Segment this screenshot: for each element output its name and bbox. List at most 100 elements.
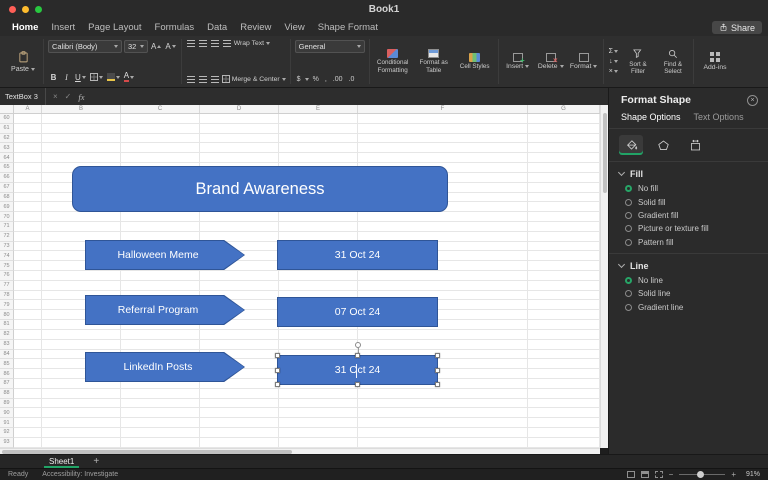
- vertical-scrollbar[interactable]: [600, 105, 608, 448]
- resize-handle-w[interactable]: [275, 368, 280, 373]
- close-panel-icon[interactable]: ×: [747, 95, 758, 106]
- shape-halloween-meme[interactable]: Halloween Meme: [85, 240, 245, 270]
- sort-filter-button[interactable]: Sort & Filter: [622, 48, 654, 75]
- resize-handle-se[interactable]: [435, 382, 440, 387]
- radio-option-solid-fill[interactable]: Solid fill: [609, 195, 768, 208]
- rotate-handle[interactable]: [355, 342, 361, 348]
- section-header-line[interactable]: Line: [609, 253, 768, 274]
- size-and-properties-icon[interactable]: [683, 135, 707, 155]
- menu-tab-review[interactable]: Review: [234, 21, 277, 34]
- shape-referral-program[interactable]: Referral Program: [85, 295, 245, 325]
- align-bottom-icon[interactable]: [211, 40, 219, 47]
- merge-center-button[interactable]: Merge & Center: [222, 75, 286, 83]
- cancel-icon[interactable]: ×: [53, 92, 58, 101]
- addins-button[interactable]: Add-ins: [698, 52, 732, 71]
- underline-button[interactable]: U: [74, 71, 87, 83]
- normal-view-icon[interactable]: [627, 471, 635, 478]
- radio-icon[interactable]: [625, 225, 632, 232]
- fill-color-button[interactable]: [106, 71, 121, 83]
- zoom-level[interactable]: 91%: [742, 471, 760, 478]
- bold-button[interactable]: B: [48, 71, 59, 83]
- shape-brand-awareness[interactable]: Brand Awareness: [72, 166, 448, 212]
- formula-input[interactable]: [85, 88, 608, 105]
- spreadsheet-grid[interactable]: ABCDEFG 60616263646566676869707172737475…: [0, 105, 600, 448]
- radio-icon[interactable]: [625, 185, 632, 192]
- menu-tab-view[interactable]: View: [278, 21, 310, 34]
- menu-tab-shape-format[interactable]: Shape Format: [312, 21, 384, 34]
- menu-tab-data[interactable]: Data: [201, 21, 233, 34]
- borders-button[interactable]: [89, 71, 104, 83]
- increase-decimal-button[interactable]: .00: [331, 76, 345, 83]
- shape-date-halloween[interactable]: 31 Oct 24: [277, 240, 438, 270]
- resize-handle-nw[interactable]: [275, 353, 280, 358]
- resize-handle-s[interactable]: [355, 382, 360, 387]
- effects-icon[interactable]: [651, 135, 675, 155]
- resize-handle-e[interactable]: [435, 368, 440, 373]
- shrink-font-button[interactable]: A: [164, 41, 176, 53]
- panel-tab-text-options[interactable]: Text Options: [694, 112, 744, 122]
- align-left-icon[interactable]: [187, 76, 195, 83]
- italic-button[interactable]: I: [61, 71, 72, 83]
- menu-tab-insert[interactable]: Insert: [45, 21, 81, 34]
- add-sheet-button[interactable]: +: [93, 457, 99, 467]
- radio-icon[interactable]: [625, 239, 632, 246]
- radio-icon[interactable]: [625, 212, 632, 219]
- format-cells-button[interactable]: Format: [569, 53, 599, 70]
- radio-icon[interactable]: [625, 290, 632, 297]
- page-break-view-icon[interactable]: [655, 471, 663, 478]
- align-right-icon[interactable]: [211, 76, 219, 83]
- resize-handle-n[interactable]: [355, 353, 360, 358]
- align-middle-icon[interactable]: [199, 40, 207, 47]
- delete-cells-button[interactable]: Delete: [536, 53, 566, 70]
- shape-linkedin-posts[interactable]: LinkedIn Posts: [85, 352, 245, 382]
- radio-icon[interactable]: [625, 277, 632, 284]
- comma-format-button[interactable]: ,: [323, 76, 329, 83]
- radio-option-pattern-fill[interactable]: Pattern fill: [609, 236, 768, 249]
- sheet-tab-sheet1[interactable]: Sheet1: [40, 455, 83, 468]
- zoom-slider[interactable]: [679, 474, 725, 475]
- radio-option-gradient-fill[interactable]: Gradient fill: [609, 209, 768, 222]
- grow-font-button[interactable]: A: [150, 41, 162, 53]
- horizontal-scrollbar-thumb[interactable]: [2, 450, 292, 454]
- format-as-table-button[interactable]: Format as Table: [415, 49, 453, 73]
- autosum-button[interactable]: Σ: [608, 47, 619, 57]
- font-size-select[interactable]: 32: [124, 40, 148, 53]
- number-format-select[interactable]: General: [295, 40, 365, 53]
- resize-handle-ne[interactable]: [435, 353, 440, 358]
- wrap-text-button[interactable]: Wrap Text: [222, 40, 270, 47]
- accounting-format-button[interactable]: $: [295, 76, 303, 83]
- enter-icon[interactable]: ✓: [65, 92, 72, 101]
- radio-icon[interactable]: [625, 304, 632, 311]
- paste-button[interactable]: Paste: [7, 40, 39, 83]
- radio-option-no-fill[interactable]: No fill: [609, 182, 768, 195]
- menu-tab-home[interactable]: Home: [6, 21, 44, 34]
- name-box[interactable]: TextBox 3: [0, 88, 46, 105]
- font-color-button[interactable]: A: [123, 71, 135, 83]
- radio-option-no-line[interactable]: No line: [609, 274, 768, 287]
- zoom-in-icon[interactable]: +: [731, 470, 736, 479]
- align-center-icon[interactable]: [199, 76, 207, 83]
- decrease-decimal-button[interactable]: .0: [347, 76, 357, 83]
- shape-date-linkedin-selected[interactable]: 31 Oct 24: [277, 355, 438, 385]
- find-select-button[interactable]: Find & Select: [657, 48, 689, 75]
- fill-and-line-icon[interactable]: [619, 135, 643, 155]
- fill-button[interactable]: ↓: [608, 57, 619, 67]
- page-layout-view-icon[interactable]: [641, 471, 649, 478]
- menu-tab-formulas[interactable]: Formulas: [149, 21, 201, 34]
- radio-option-solid-line[interactable]: Solid line: [609, 287, 768, 300]
- radio-option-gradient-line[interactable]: Gradient line: [609, 301, 768, 314]
- zoom-out-icon[interactable]: −: [669, 470, 674, 479]
- menu-tab-page-layout[interactable]: Page Layout: [82, 21, 147, 34]
- shape-date-referral[interactable]: 07 Oct 24: [277, 297, 438, 327]
- align-top-icon[interactable]: [187, 40, 195, 47]
- radio-option-picture-or-texture-fill[interactable]: Picture or texture fill: [609, 222, 768, 235]
- resize-handle-sw[interactable]: [275, 382, 280, 387]
- font-name-select[interactable]: Calibri (Body): [48, 40, 122, 53]
- status-accessibility[interactable]: Accessibility: Investigate: [42, 471, 118, 478]
- radio-icon[interactable]: [625, 199, 632, 206]
- cell-styles-button[interactable]: Cell Styles: [456, 53, 494, 70]
- percent-format-button[interactable]: %: [311, 76, 321, 83]
- share-button[interactable]: Share: [712, 21, 762, 34]
- insert-cells-button[interactable]: Insert: [503, 53, 533, 70]
- zoom-slider-knob[interactable]: [697, 471, 704, 478]
